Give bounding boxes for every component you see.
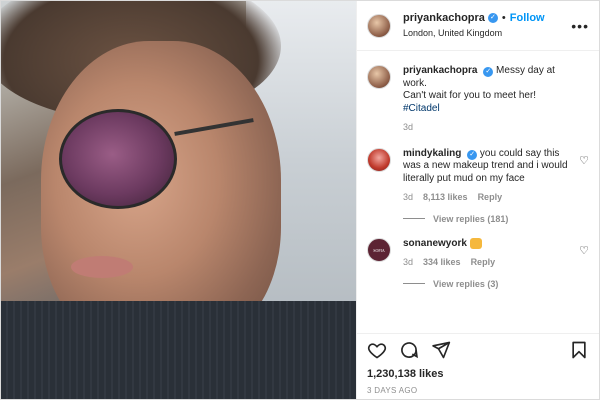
comment-age: 3d: [403, 192, 414, 202]
reply-button[interactable]: Reply: [478, 191, 503, 204]
comment-item: mindykaling ✓ you could say this was a n…: [367, 147, 589, 204]
comment-age: 3d: [403, 257, 414, 268]
verified-badge-icon: ✓: [483, 67, 494, 77]
post-actions-area: 1,230,138 likes 3 DAYS AGO: [357, 333, 599, 399]
lips: [71, 256, 133, 278]
jacket: [1, 301, 356, 399]
location-link[interactable]: London, United Kingdom: [403, 27, 545, 40]
comment-body: sonanewyork 3d 334 likes Reply: [403, 237, 578, 269]
caption-text-line2: Can't wait for you to meet her!: [403, 90, 537, 101]
comment-likes[interactable]: 334 likes: [423, 256, 461, 269]
instagram-post: priyankachopra ✓ • Follow London, United…: [0, 0, 600, 400]
sunglasses-lens: [59, 109, 177, 209]
bookmark-icon[interactable]: [569, 340, 589, 365]
comment-like-heart-icon[interactable]: ♡: [579, 244, 589, 257]
comment-like-heart-icon[interactable]: ♡: [579, 154, 589, 167]
avatar[interactable]: [367, 13, 391, 38]
post-timestamp: 3 DAYS AGO: [367, 386, 418, 395]
likes-count[interactable]: 1,230,138 likes: [367, 368, 589, 380]
header-user-row: priyankachopra ✓ • Follow: [403, 12, 545, 25]
post-side-panel: priyankachopra ✓ • Follow London, United…: [356, 1, 599, 399]
share-icon[interactable]: [431, 340, 451, 365]
view-replies-button[interactable]: View replies (181): [403, 214, 589, 224]
header-username[interactable]: priyankachopra: [403, 12, 485, 25]
replies-divider: [403, 218, 425, 219]
post-photo[interactable]: [1, 1, 356, 399]
caption-meta: 3d: [403, 121, 578, 134]
commenter-avatar[interactable]: SOFIA: [367, 237, 391, 262]
heart-icon[interactable]: [367, 340, 387, 365]
caption-username[interactable]: priyankachopra: [403, 65, 477, 76]
hashtag-link[interactable]: #Citadel: [403, 103, 440, 114]
separator-dot: •: [501, 11, 506, 24]
view-replies-label: View replies (3): [433, 278, 499, 289]
caption-age: 3d: [403, 122, 414, 132]
caption: priyankachopra ✓ Messy day at work. Can'…: [367, 65, 589, 134]
more-options-icon[interactable]: •••: [571, 18, 589, 34]
comment-username[interactable]: mindykaling: [403, 148, 461, 159]
follow-button[interactable]: Follow: [510, 12, 545, 25]
comment-meta: 3d 334 likes Reply: [403, 256, 578, 269]
comment-icon[interactable]: [399, 340, 419, 365]
header-text: priyankachopra ✓ • Follow London, United…: [403, 12, 545, 40]
comment-item: SOFIA sonanewyork 3d 334 likes Reply ♡: [367, 237, 589, 269]
verified-badge-icon: ✓: [487, 13, 498, 23]
caption-body: priyankachopra ✓ Messy day at work. Can'…: [403, 65, 578, 134]
action-bar: [367, 340, 589, 364]
comment-username[interactable]: sonanewyork: [403, 238, 467, 249]
reply-button[interactable]: Reply: [471, 256, 496, 269]
emoji-icon: [469, 237, 482, 249]
view-replies-button[interactable]: View replies (3): [403, 279, 589, 289]
caption-avatar[interactable]: [367, 65, 391, 89]
comments-section: priyankachopra ✓ Messy day at work. Can'…: [357, 51, 599, 333]
comment-meta: 3d 8,113 likes Reply: [403, 191, 578, 204]
view-replies-label: View replies (181): [433, 213, 509, 224]
verified-badge-icon: ✓: [467, 149, 478, 160]
comment-body: mindykaling ✓ you could say this was a n…: [403, 148, 578, 204]
comment-likes[interactable]: 8,113 likes: [423, 191, 468, 204]
replies-divider: [403, 283, 425, 285]
post-header: priyankachopra ✓ • Follow London, United…: [357, 1, 599, 51]
commenter-avatar[interactable]: [367, 147, 391, 172]
